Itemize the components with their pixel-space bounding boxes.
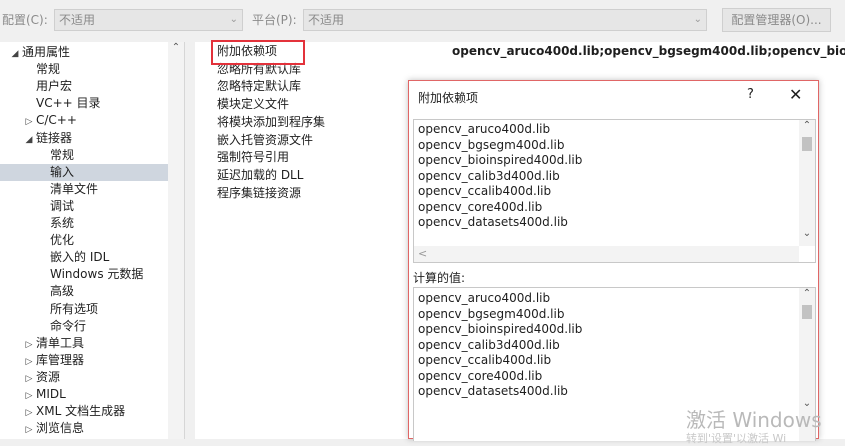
tree-item-label: 系统 — [50, 216, 75, 230]
list-item: opencv_aruco400d.lib — [418, 291, 551, 305]
tree-item[interactable]: 常规 — [0, 147, 169, 164]
tree-item-label: 浏览信息 — [36, 421, 85, 436]
scroll-up-icon[interactable]: ⌃ — [168, 42, 184, 53]
property-name: 延迟加载的 DLL — [217, 167, 304, 182]
tree-item[interactable]: 输入 — [0, 163, 169, 181]
list-item: opencv_calib3d400d.lib — [418, 337, 560, 352]
scroll-thumb[interactable] — [802, 137, 812, 151]
computed-values-label: 计算的值: — [413, 271, 466, 285]
tree-item[interactable]: ◢ 链接器 — [0, 130, 169, 147]
chevron-down-icon: ⌄ — [229, 14, 238, 25]
tree-item-label: 优化 — [50, 233, 75, 248]
tree-item-label: 资源 — [36, 369, 61, 384]
list-item: opencv_ccalib400d.lib — [418, 184, 552, 198]
tree-item[interactable]: 系统 — [0, 215, 169, 232]
property-name: 忽略特定默认库 — [217, 79, 302, 94]
config-label: 配置(C): — [2, 13, 48, 27]
config-value: 不适用 — [59, 13, 96, 27]
list-item: opencv_bioinspired400d.lib — [418, 322, 583, 336]
list-item: opencv_core400d.lib — [418, 199, 543, 214]
tree-item-label: 库管理器 — [36, 352, 85, 367]
activation-watermark: 激活 Windows — [686, 408, 822, 432]
highlight-box — [211, 40, 305, 65]
list-item: opencv_ccalib400d.lib — [418, 353, 552, 367]
property-tree[interactable]: ◢ 通用属性 常规 用户宏 VC++ 目录 ▷ C/C++ ◢ 链接器 常规 输入 清单文件 调试 系统优… — [0, 42, 185, 439]
tree-item-label: C/C++ — [36, 113, 77, 128]
property-value[interactable]: opencv_aruco400d.lib;opencv_bgsegm400d.l… — [452, 42, 845, 60]
tree-item[interactable]: ▷ 资源 — [0, 369, 169, 386]
platform-label: 平台(P): — [252, 13, 297, 27]
list-item: opencv_bgsegm400d.lib — [418, 306, 565, 321]
tree-item-label: MIDL — [36, 387, 66, 401]
config-manager-button[interactable]: 配置管理器(O)... — [722, 8, 831, 32]
tree-item[interactable]: ▷ C/C++ — [0, 112, 169, 129]
collapsed-triangle-icon[interactable]: ▷ — [22, 422, 36, 439]
tree-scrollbar[interactable]: ⌃ — [168, 42, 184, 439]
property-name: 嵌入托管资源文件 — [217, 132, 314, 147]
tree-item[interactable]: 调试 — [0, 198, 169, 215]
tree-item-label: 用户宏 — [36, 79, 73, 94]
list-item: opencv_core400d.lib — [418, 368, 543, 383]
dependencies-edit-box[interactable]: opencv_aruco400d.lib opencv_bgsegm400d.li… — [413, 119, 816, 263]
tree-item[interactable]: ▷ 浏览信息 — [0, 420, 169, 437]
help-icon[interactable]: ? — [747, 87, 754, 102]
chevron-down-icon: ⌄ — [693, 14, 702, 25]
tree-item-label: 链接器 — [36, 130, 73, 145]
tree-item[interactable]: 命令行 — [0, 318, 169, 335]
tree-item-label: 高级 — [50, 284, 75, 299]
tree-item[interactable]: 优化 — [0, 232, 169, 249]
tree-item[interactable]: ▷ 库管理器 — [0, 352, 169, 369]
tree-item[interactable]: 所有选项 — [0, 301, 169, 318]
tree-item[interactable]: 嵌入的 IDL — [0, 249, 169, 266]
activation-watermark-sub: 转到'设置'以激活 Wi — [686, 432, 787, 445]
list-item: opencv_aruco400d.lib — [418, 122, 551, 136]
additional-dependencies-dialog: 附加依赖项 ? ✕ opencv_aruco400d.lib opencv_bgs… — [408, 80, 819, 441]
vertical-scrollbar[interactable]: ⌃ ⌄ — [799, 120, 815, 246]
tree-item[interactable]: ▷ MIDL — [0, 386, 169, 403]
scroll-up-icon[interactable]: ⌃ — [799, 288, 815, 299]
dialog-title: 附加依赖项 — [418, 91, 479, 105]
property-name: 程序集链接资源 — [217, 185, 302, 200]
scroll-down-icon[interactable]: ⌄ — [799, 228, 815, 239]
horizontal-scrollbar[interactable]: < — [414, 246, 799, 262]
list-item: opencv_calib3d400d.lib — [418, 168, 560, 183]
tree-item[interactable]: 常规 — [0, 61, 169, 78]
platform-value: 不适用 — [308, 13, 345, 27]
config-combo[interactable]: 不适用 ⌄ — [54, 9, 243, 31]
list-item: opencv_datasets400d.lib — [418, 215, 568, 229]
tree-item-label: XML 文档生成器 — [36, 404, 126, 419]
property-name: 强制符号引用 — [217, 150, 290, 165]
tree-item-label: 清单文件 — [50, 181, 99, 196]
tree-item-label: 通用属性 — [22, 45, 71, 59]
tree-item-label: 清单工具 — [36, 335, 85, 350]
property-name: 将模块添加到程序集 — [217, 114, 326, 129]
tree-item-label: Windows 元数据 — [50, 267, 144, 282]
scroll-thumb[interactable] — [802, 305, 812, 319]
close-icon[interactable]: ✕ — [789, 85, 802, 104]
tree-item-label: VC++ 目录 — [36, 96, 101, 111]
tree-item[interactable]: ▷ 清单工具 — [0, 335, 169, 352]
tree-item-label: 命令行 — [50, 318, 87, 333]
tree-item-label: 所有选项 — [50, 301, 99, 316]
tree-item[interactable]: Windows 元数据 — [0, 266, 169, 283]
tree-item-label: 常规 — [36, 62, 61, 77]
tree-item-label: 常规 — [50, 147, 75, 162]
scroll-up-icon[interactable]: ⌃ — [799, 120, 815, 131]
platform-combo[interactable]: 不适用 ⌄ — [303, 9, 707, 31]
list-item: opencv_datasets400d.lib — [418, 384, 568, 398]
tree-item[interactable]: ◢ 通用属性 — [0, 44, 169, 61]
list-item: opencv_bioinspired400d.lib — [418, 153, 583, 167]
list-item: opencv_bgsegm400d.lib — [418, 137, 565, 152]
property-name: 模块定义文件 — [217, 97, 290, 112]
tree-item-label: 调试 — [50, 198, 75, 213]
tree-item[interactable]: VC++ 目录 — [0, 95, 169, 112]
tree-item[interactable]: 用户宏 — [0, 78, 169, 95]
scroll-left-icon[interactable]: < — [418, 246, 427, 262]
tree-item-label: 嵌入的 IDL — [50, 250, 110, 265]
tree-item[interactable]: 高级 — [0, 283, 169, 300]
tree-item[interactable]: 清单文件 — [0, 181, 169, 198]
tree-item-label: 输入 — [50, 164, 75, 179]
tree-item[interactable]: ▷ XML 文档生成器 — [0, 403, 169, 420]
